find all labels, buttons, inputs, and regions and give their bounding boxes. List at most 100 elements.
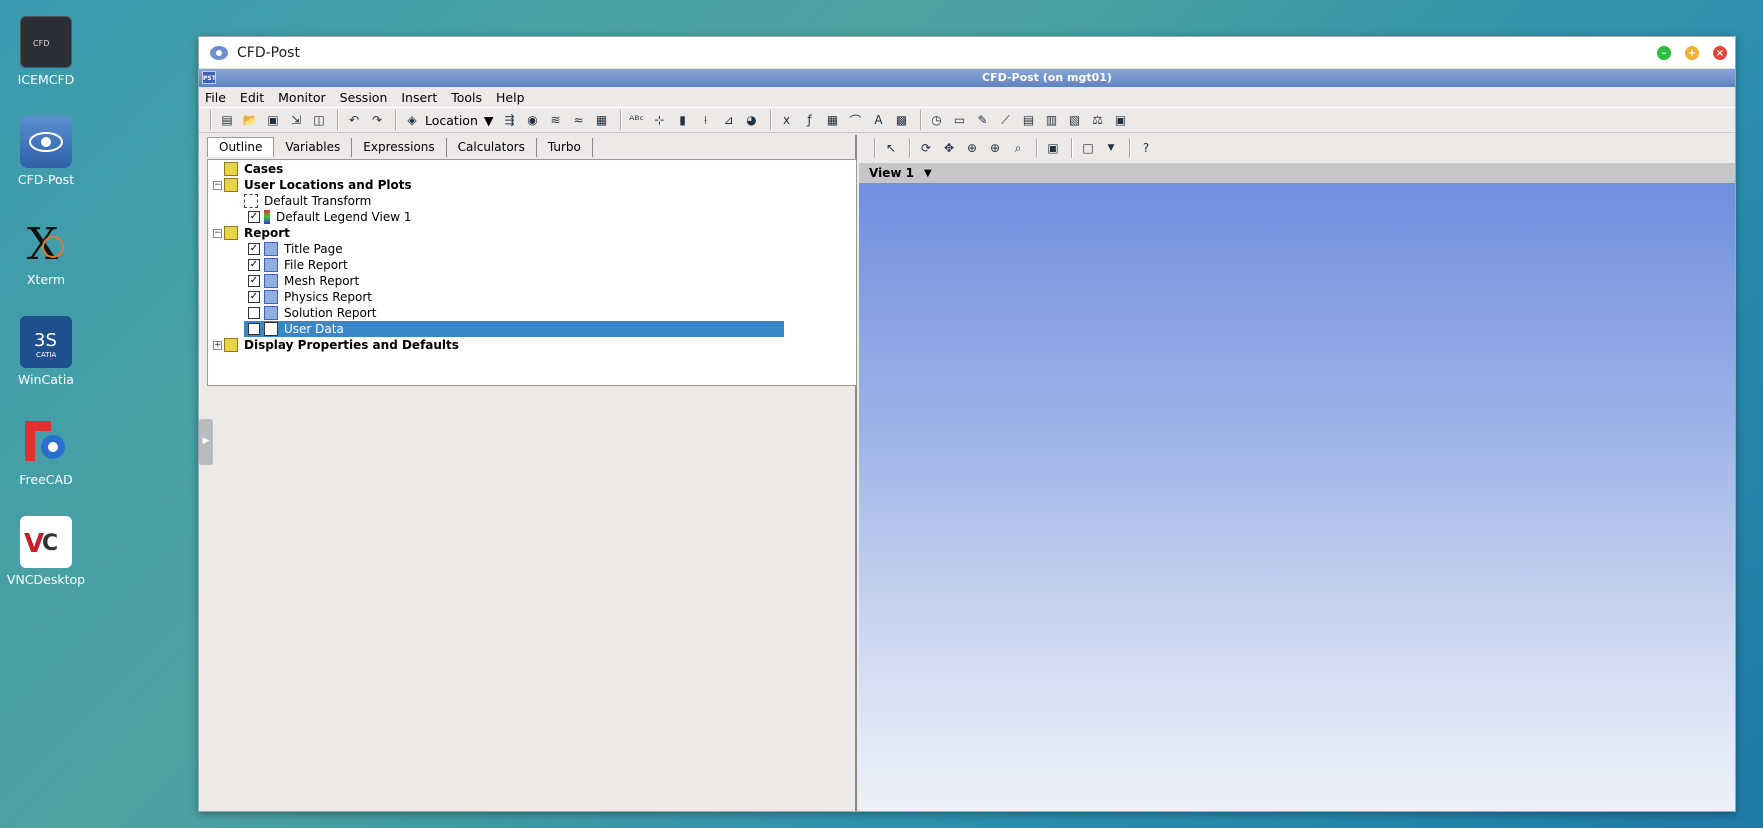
text-icon[interactable]: ᴬᴮᶜ bbox=[627, 110, 647, 130]
probe-icon[interactable]: ⟋ bbox=[996, 110, 1016, 130]
desktop-icon-xterm[interactable]: X Xterm bbox=[6, 216, 86, 287]
visibility-checkbox[interactable] bbox=[248, 307, 260, 319]
menu-file[interactable]: File bbox=[205, 90, 226, 105]
save-state-icon[interactable]: ▣ bbox=[263, 110, 283, 130]
minimize-button[interactable]: – bbox=[1657, 46, 1671, 60]
load-state-icon[interactable]: 📂 bbox=[240, 110, 260, 130]
report-page-icon bbox=[264, 274, 278, 288]
close-button[interactable]: × bbox=[1713, 46, 1727, 60]
volume-rendering-icon[interactable]: ▦ bbox=[592, 110, 612, 130]
menu-session[interactable]: Session bbox=[340, 90, 388, 105]
tree-item-cases[interactable]: Cases bbox=[224, 161, 283, 177]
icemcfd-icon: CFD bbox=[20, 16, 72, 68]
transform-icon bbox=[244, 194, 258, 208]
variable-icon[interactable]: x bbox=[777, 110, 797, 130]
tree-item-user-locations[interactable]: User Locations and Plots bbox=[224, 177, 412, 193]
mesh-calculator-icon[interactable]: ▧ bbox=[1065, 110, 1085, 130]
menu-help[interactable]: Help bbox=[496, 90, 525, 105]
rotate-icon[interactable]: ⟳ bbox=[916, 138, 936, 158]
instance-transform-icon[interactable]: ⟊ bbox=[696, 110, 716, 130]
quick-editor-icon[interactable]: ✎ bbox=[973, 110, 993, 130]
function-calculator-icon[interactable]: ▤ bbox=[1019, 110, 1039, 130]
visibility-checkbox[interactable]: ✓ bbox=[248, 211, 260, 223]
visibility-checkbox[interactable]: ✓ bbox=[248, 291, 260, 303]
panel-collapse-handle[interactable]: ▶ bbox=[199, 419, 213, 465]
visibility-checkbox[interactable]: ✓ bbox=[248, 275, 260, 287]
new-icon[interactable]: ▤ bbox=[217, 110, 237, 130]
chart-icon[interactable]: ⌒ bbox=[846, 110, 866, 130]
zoom-box-icon[interactable]: ⊕ bbox=[985, 138, 1005, 158]
desktop-icon-vncdesktop[interactable]: VC VNCDesktop bbox=[6, 516, 86, 587]
viewport-layout-icon[interactable]: □ bbox=[1078, 138, 1098, 158]
coordinate-frame-icon[interactable]: ⊹ bbox=[650, 110, 670, 130]
location-icon: ◈ bbox=[407, 113, 417, 127]
help-pointer-icon[interactable]: ? bbox=[1136, 138, 1156, 158]
location-dropdown[interactable]: ◈ Location ▼ bbox=[402, 110, 493, 130]
figure-icon[interactable]: ▩ bbox=[892, 110, 912, 130]
tab-calculators[interactable]: Calculators bbox=[447, 138, 537, 157]
menu-edit[interactable]: Edit bbox=[240, 90, 264, 105]
expression-icon[interactable]: ƒ bbox=[800, 110, 820, 130]
maximize-button[interactable]: + bbox=[1685, 46, 1699, 60]
expand-display-properties[interactable]: + bbox=[213, 341, 222, 350]
tree-item-default-transform[interactable]: Default Transform bbox=[244, 193, 371, 209]
legend-icon[interactable]: ▮ bbox=[673, 110, 693, 130]
view-selector[interactable]: View 1 ▼ bbox=[859, 163, 1735, 183]
tree-item-display-properties[interactable]: Display Properties and Defaults bbox=[224, 337, 459, 353]
svg-text:C: C bbox=[42, 531, 58, 556]
visibility-checkbox[interactable]: ✓ bbox=[248, 243, 260, 255]
desktop-icon-label: CFD-Post bbox=[17, 172, 75, 187]
particle-track-icon[interactable]: ≈ bbox=[569, 110, 589, 130]
undo-icon[interactable]: ↶ bbox=[344, 110, 364, 130]
tree-item-user-data[interactable]: ✓ User Data bbox=[244, 321, 784, 337]
tree-item-mesh-report[interactable]: ✓ Mesh Report bbox=[248, 273, 359, 289]
tree-item-solution-report[interactable]: Solution Report bbox=[248, 305, 376, 321]
timestep-icon[interactable]: ◷ bbox=[927, 110, 947, 130]
command-editor-icon[interactable]: ▣ bbox=[1111, 110, 1131, 130]
tree-item-physics-report[interactable]: ✓ Physics Report bbox=[248, 289, 372, 305]
pan-icon[interactable]: ✥ bbox=[939, 138, 959, 158]
visibility-checkbox[interactable]: ✓ bbox=[248, 259, 260, 271]
desktop-icon-wincatia[interactable]: 3S CATIA WinCatia bbox=[6, 316, 86, 387]
vector-icon[interactable]: ⇶ bbox=[500, 110, 520, 130]
report-page-icon bbox=[264, 306, 278, 320]
select-icon[interactable]: ↖ bbox=[881, 138, 901, 158]
window-titlebar[interactable]: CFD-Post – + × bbox=[199, 37, 1735, 69]
menu-tools[interactable]: Tools bbox=[451, 90, 482, 105]
animation-icon[interactable]: ▭ bbox=[950, 110, 970, 130]
streamline-icon[interactable]: ≋ bbox=[546, 110, 566, 130]
tab-expressions[interactable]: Expressions bbox=[352, 138, 447, 157]
tree-item-title-page[interactable]: ✓ Title Page bbox=[248, 241, 343, 257]
clip-plane-icon[interactable]: ⊿ bbox=[719, 110, 739, 130]
menu-insert[interactable]: Insert bbox=[401, 90, 437, 105]
chevron-down-icon: ▼ bbox=[923, 167, 932, 179]
desktop-icon-cfd-post[interactable]: CFD-Post bbox=[6, 116, 86, 187]
chevron-down-icon[interactable]: ▼ bbox=[1101, 138, 1121, 158]
tab-turbo[interactable]: Turbo bbox=[537, 138, 593, 157]
desktop-icon-freecad[interactable]: FreeCAD bbox=[6, 416, 86, 487]
case-comparison-icon[interactable]: ⚖ bbox=[1088, 110, 1108, 130]
tab-variables[interactable]: Variables bbox=[274, 138, 353, 157]
macro-calculator-icon[interactable]: ▥ bbox=[1042, 110, 1062, 130]
3d-viewport[interactable] bbox=[859, 183, 1735, 811]
collapse-user-locations[interactable]: − bbox=[213, 181, 222, 190]
tree-item-file-report[interactable]: ✓ File Report bbox=[248, 257, 348, 273]
export-icon[interactable]: ⇲ bbox=[286, 110, 306, 130]
visibility-checkbox[interactable]: ✓ bbox=[248, 323, 260, 335]
contour-icon[interactable]: ◉ bbox=[523, 110, 543, 130]
fit-view-icon[interactable]: ▣ bbox=[1043, 138, 1063, 158]
collapse-report[interactable]: − bbox=[213, 229, 222, 238]
zoom-icon[interactable]: ⊕ bbox=[962, 138, 982, 158]
tree-item-default-legend[interactable]: ✓ Default Legend View 1 bbox=[248, 209, 411, 225]
tab-outline[interactable]: Outline bbox=[207, 137, 275, 157]
tree-item-report[interactable]: Report bbox=[224, 225, 290, 241]
desktop-icon-icemcfd[interactable]: CFD ICEMCFD bbox=[6, 16, 86, 87]
zoom-fit-icon[interactable]: ⌕ bbox=[1008, 138, 1028, 158]
comment-icon[interactable]: A bbox=[869, 110, 889, 130]
viewer-toolbar: ↖ ⟳ ✥ ⊕ ⊕ ⌕ ▣ □ ▼ ? bbox=[859, 135, 1735, 161]
color-map-icon[interactable]: ◕ bbox=[742, 110, 762, 130]
screenshot-icon[interactable]: ◫ bbox=[309, 110, 329, 130]
table-icon[interactable]: ▦ bbox=[823, 110, 843, 130]
redo-icon[interactable]: ↷ bbox=[367, 110, 387, 130]
menu-monitor[interactable]: Monitor bbox=[278, 90, 326, 105]
